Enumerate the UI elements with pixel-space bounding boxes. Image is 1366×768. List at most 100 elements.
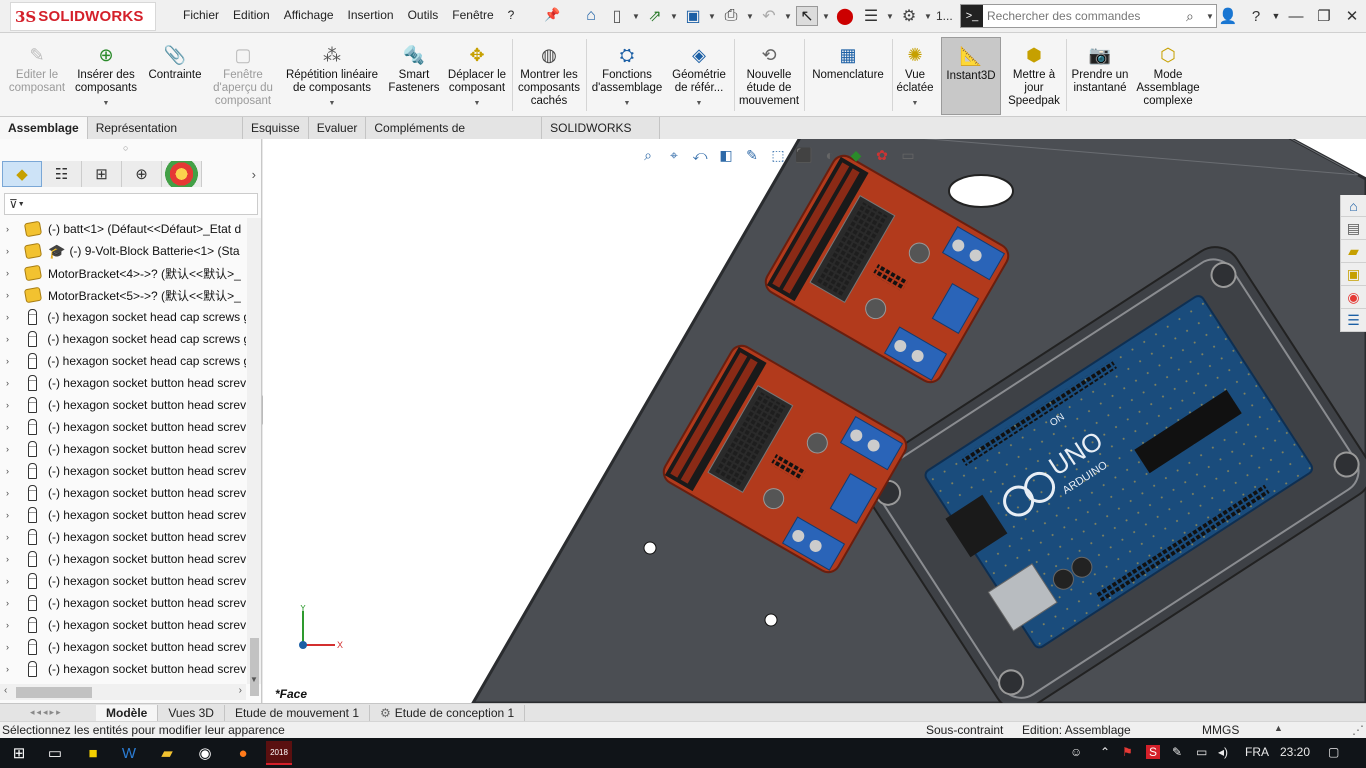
exploded-view-button[interactable]: ✺ Vue éclatée ▼	[894, 37, 936, 115]
previous-view-icon[interactable]: ⤺	[690, 145, 710, 165]
display-manager-icon[interactable]	[162, 161, 202, 187]
help-button[interactable]: ?	[1242, 8, 1270, 25]
user-icon[interactable]: 👤	[1214, 7, 1242, 25]
property-manager-icon[interactable]: ☷	[42, 161, 82, 187]
tree-item[interactable]: › (-) hexagon socket button head screv	[0, 570, 246, 592]
task-view-icon[interactable]: ▭	[42, 741, 68, 765]
edit-appearance-icon[interactable]: ◆	[846, 145, 866, 165]
zoom-to-area-icon[interactable]: ⌖	[664, 145, 684, 165]
tree-item[interactable]: › 🎓 (-) 9-Volt-Block Batterie<1> (Sta	[0, 240, 246, 262]
expand-icon[interactable]: ›	[6, 400, 16, 410]
tray-app-icon[interactable]: ⚑	[1122, 745, 1133, 759]
file-explorer-icon[interactable]: ▰	[154, 741, 180, 765]
tree-item[interactable]: › (-) batt<1> (Défaut<<Défaut>_Etat d	[0, 218, 246, 240]
save-icon[interactable]: ▣	[682, 6, 704, 26]
configuration-manager-icon[interactable]: ⊞	[82, 161, 122, 187]
chevron-down-icon[interactable]: ▼	[474, 97, 481, 110]
assembly-model[interactable]: UNO ARDUINO ON	[263, 139, 1366, 703]
linear-pattern-button[interactable]: ⁂ Répétition linéaire de composants ▼	[280, 37, 384, 115]
tree-horizontal-scrollbar[interactable]: ‹ ›	[0, 684, 246, 700]
tree-item[interactable]: › (-) hexagon socket button head screv	[0, 636, 246, 658]
chevron-down-icon[interactable]: ▼	[822, 12, 830, 21]
tree-item[interactable]: › MotorBracket<5>->? (默认<<默认>_	[0, 284, 246, 306]
tree-item[interactable]: › (-) hexagon socket button head screv	[0, 416, 246, 438]
menu-affichage[interactable]: Affichage	[277, 8, 341, 26]
home-icon[interactable]: ⌂	[580, 6, 602, 26]
scroll-thumb[interactable]	[16, 687, 92, 698]
menu-insertion[interactable]: Insertion	[341, 8, 401, 26]
new-document-icon[interactable]: ▯	[606, 6, 628, 26]
view-settings-icon[interactable]: ▭	[898, 145, 918, 165]
previous-document-icon[interactable]: ⇤	[1247, 139, 1258, 140]
tree-item[interactable]: › (-) hexagon socket button head screv	[0, 548, 246, 570]
tab-modele[interactable]: Modèle	[96, 704, 159, 721]
minimize-icon[interactable]: —	[1296, 139, 1309, 140]
chevron-down-icon[interactable]: ▼	[624, 97, 631, 110]
tree-item[interactable]: › (-) hexagon socket button head screv	[0, 614, 246, 636]
volume-icon[interactable]: ◂)	[1218, 745, 1228, 759]
display-style-icon[interactable]: ⬛	[794, 145, 814, 165]
chevron-up-icon[interactable]: ⌃	[1100, 745, 1110, 759]
menu-help[interactable]: ?	[501, 8, 522, 26]
expand-icon[interactable]: ›	[6, 422, 16, 432]
tab-esquisse[interactable]: Esquisse	[243, 117, 309, 139]
zoom-to-fit-icon[interactable]: ⌕	[638, 145, 658, 165]
tree-item[interactable]: › (-) hexagon socket button head screv	[0, 504, 246, 526]
bill-of-materials-button[interactable]: ▦ Nomenclature	[808, 37, 888, 115]
appearances-icon[interactable]: ◉	[1341, 287, 1366, 309]
filter-icon[interactable]: ⊽	[9, 197, 18, 211]
tab-assemblage[interactable]: Assemblage	[0, 117, 88, 139]
tab-representation-schematique[interactable]: Représentation schématique	[88, 117, 243, 157]
solidworks-resources-icon[interactable]: ⌂	[1341, 195, 1366, 217]
file-properties-icon[interactable]: ☰	[860, 6, 882, 26]
close-icon[interactable]: ✕	[1338, 7, 1366, 25]
solidworks-2018-icon[interactable]: 2018	[266, 741, 292, 765]
expand-icon[interactable]: ›	[6, 576, 16, 586]
tree-item[interactable]: › (-) hexagon socket head cap screws g	[0, 306, 246, 328]
tree-item[interactable]: › (-) hexagon socket button head screv	[0, 460, 246, 482]
chevron-down-icon[interactable]: ▼	[670, 12, 678, 21]
tree-filter[interactable]: ⊽ ▼	[4, 193, 258, 215]
chevron-down-icon[interactable]: ▼	[632, 12, 640, 21]
restore-icon[interactable]: ❐	[1310, 7, 1338, 25]
edit-component-button[interactable]: ✎ Editer le composant	[6, 37, 68, 115]
expand-icon[interactable]: ›	[6, 312, 16, 322]
tab-complements[interactable]: Compléments de SOLIDWORKS	[366, 117, 543, 157]
chevron-down-icon[interactable]: ▼	[746, 12, 754, 21]
dimxpert-icon[interactable]: ⊕	[122, 161, 162, 187]
dynamic-annotation-icon[interactable]: ✎	[742, 145, 762, 165]
design-library-icon[interactable]: ▤	[1341, 218, 1366, 240]
move-component-button[interactable]: ✥ Déplacer le composant ▼	[444, 37, 510, 115]
word-icon[interactable]: W	[116, 741, 142, 765]
pen-icon[interactable]: ✎	[1172, 745, 1182, 759]
expand-icon[interactable]: ›	[6, 466, 16, 476]
chevron-down-icon[interactable]: ▼	[696, 97, 703, 110]
feature-manager-icon[interactable]: ◆	[2, 161, 42, 187]
expand-icon[interactable]: ›	[6, 642, 16, 652]
expand-icon[interactable]: ›	[6, 554, 16, 564]
tab-navigation-arrows[interactable]: ◂◂◂▸▸	[0, 707, 96, 718]
rebuild-icon[interactable]: ⬤	[834, 6, 856, 26]
app-icon[interactable]: ◉	[192, 741, 218, 765]
expand-icon[interactable]: ›	[6, 444, 16, 454]
expand-icon[interactable]: ›	[6, 268, 16, 278]
chevron-down-icon[interactable]: ▼	[784, 12, 792, 21]
chevron-down-icon[interactable]: ▼	[708, 12, 716, 21]
menu-fenetre[interactable]: Fenêtre	[445, 8, 500, 26]
view-orientation-icon[interactable]: ⬚	[768, 145, 788, 165]
take-snapshot-button[interactable]: 📷 Prendre un instantané	[1070, 37, 1130, 115]
tree-item[interactable]: › (-) hexagon socket button head screv	[0, 394, 246, 416]
expand-icon[interactable]: ›	[6, 246, 16, 256]
tree-item[interactable]: › (-) hexagon socket button head screv	[0, 592, 246, 614]
expand-icon[interactable]: ›	[6, 510, 16, 520]
chevron-down-icon[interactable]: ▼	[329, 97, 336, 110]
options-icon[interactable]: ⚙	[898, 6, 920, 26]
sticky-notes-icon[interactable]: ■	[80, 741, 106, 765]
expand-icon[interactable]: ›	[6, 290, 16, 300]
insert-components-button[interactable]: ⊕ Insérer des composants ▼	[72, 37, 140, 115]
tab-etude-mouvement[interactable]: Etude de mouvement 1	[225, 704, 371, 721]
tree-vertical-scrollbar[interactable]: ▼	[247, 218, 261, 696]
scroll-down-icon[interactable]: ▼	[250, 675, 258, 684]
tree-item[interactable]: › (-) hexagon socket button head screv	[0, 526, 246, 548]
input-language[interactable]: FRA	[1245, 745, 1269, 759]
